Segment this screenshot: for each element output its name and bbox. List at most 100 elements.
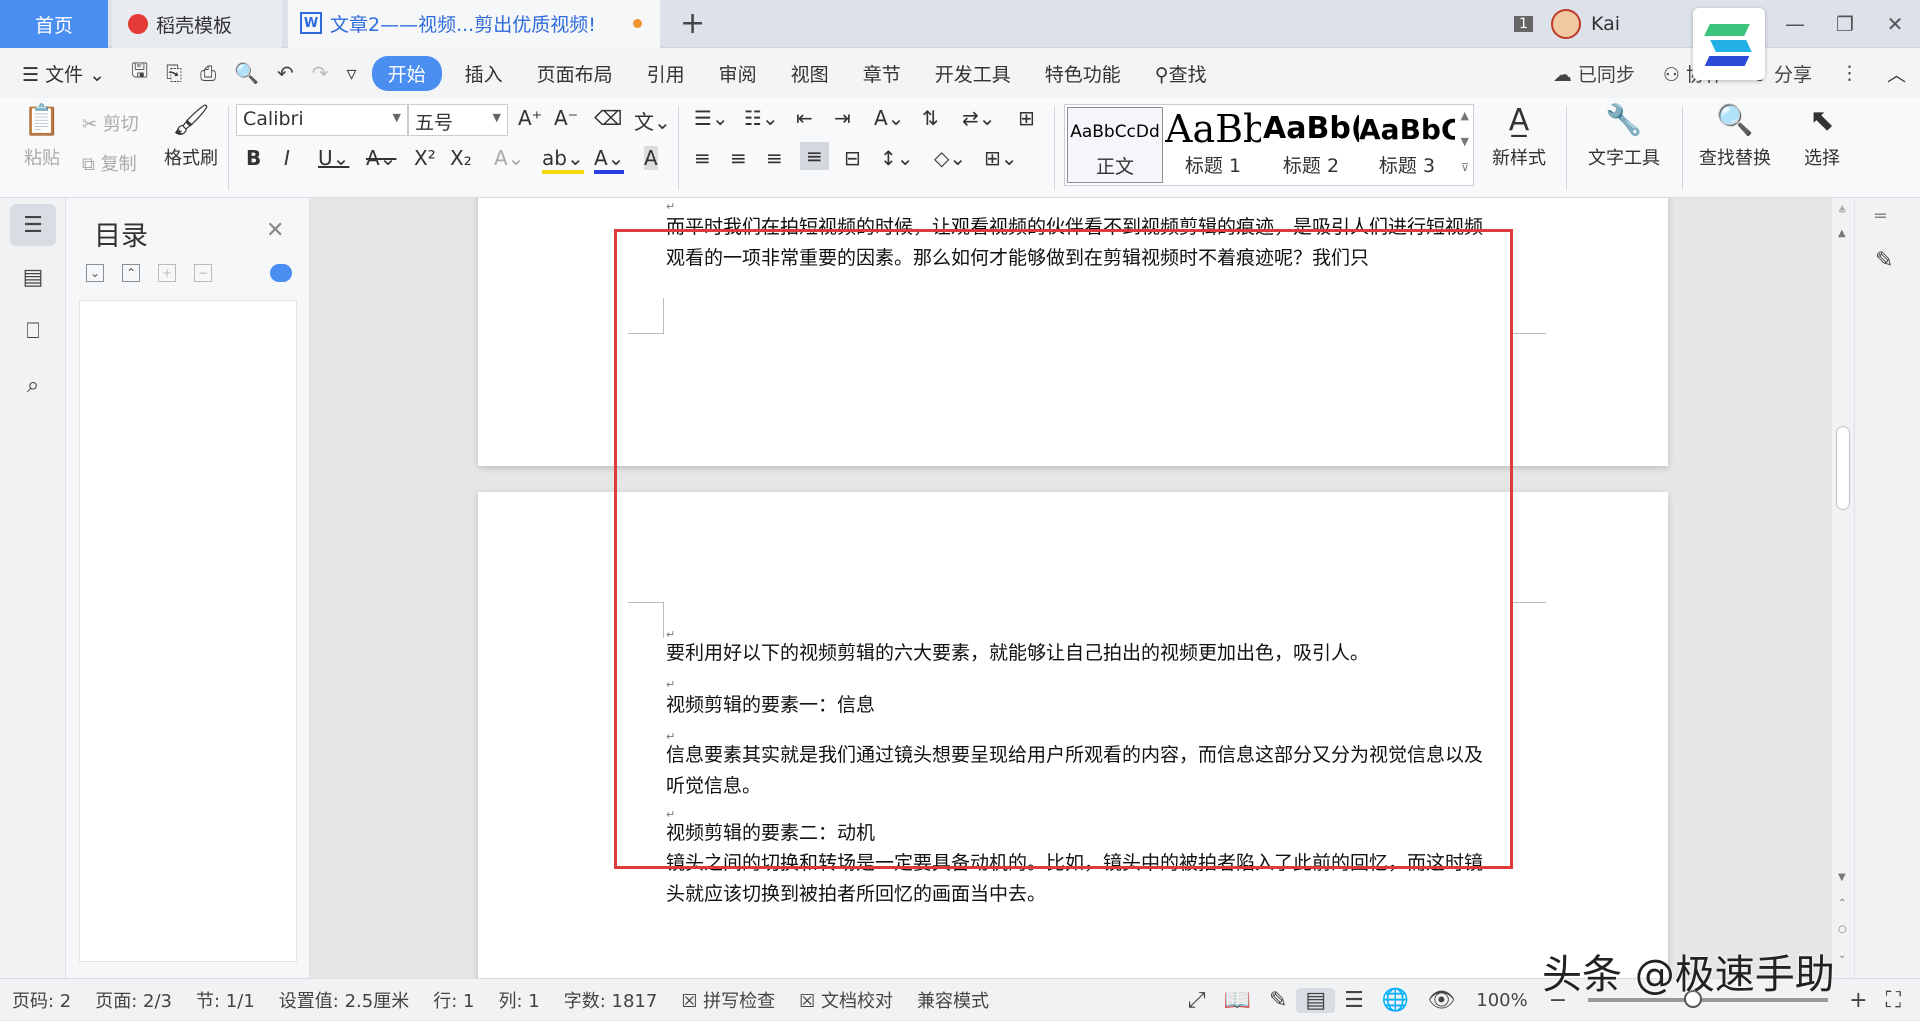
copy-button[interactable]: ⧉ 复制: [82, 150, 137, 176]
toc-panel-icon[interactable]: ☰: [10, 204, 56, 246]
paragraph[interactable]: 要利用好以下的视频剪辑的六大要素，就能够让自己拍出的视频更加出色，吸引人。: [666, 638, 1496, 669]
format-painter-button[interactable]: 🖌 格式刷: [160, 104, 222, 170]
bookmark-panel-icon[interactable]: ⎕: [10, 310, 56, 352]
tab-special[interactable]: 特色功能: [1028, 60, 1138, 87]
status-word-count[interactable]: 字数: 1817: [552, 987, 670, 1013]
eye-protect-icon[interactable]: 👁: [1418, 988, 1464, 1013]
style-heading-3[interactable]: AaBbC( 标题 3: [1359, 107, 1455, 183]
tab-developer[interactable]: 开发工具: [918, 60, 1028, 87]
superscript-icon[interactable]: X²: [414, 146, 436, 170]
tab-template[interactable]: 稻壳模板: [112, 0, 282, 48]
remove-heading-icon[interactable]: −: [194, 264, 212, 282]
select-button[interactable]: ⬉ 选择: [1790, 104, 1854, 170]
align-right-icon[interactable]: ≡: [766, 146, 783, 170]
tab-document[interactable]: W 文章2——视频...剪出优质视频!: [288, 0, 660, 48]
save-icon[interactable]: 🖫: [122, 56, 157, 90]
paragraph[interactable]: 视频剪辑的要素二：动机: [666, 818, 1496, 849]
pen-icon[interactable]: ✎: [1875, 248, 1893, 273]
zoom-in-icon[interactable]: +: [1840, 988, 1876, 1013]
spell-check-button[interactable]: ☒ 拼写检查: [669, 987, 787, 1013]
tab-view[interactable]: 视图: [774, 60, 846, 87]
document-area[interactable]: ↵ 而平时我们在拍短视频的时候，让观看视频的伙伴看不到视频剪辑的痕迹，是吸引人们…: [310, 198, 1832, 978]
status-row[interactable]: 行: 1: [421, 987, 486, 1013]
shrink-font-icon[interactable]: A⁻: [554, 106, 578, 130]
style-normal[interactable]: AaBbCcDd 正文: [1067, 107, 1163, 183]
cut-button[interactable]: ✂ 剪切: [82, 110, 139, 136]
customize-toolbar-icon[interactable]: ▿: [338, 61, 366, 85]
doc-proof-button[interactable]: ☒ 文档校对: [787, 987, 905, 1013]
increase-indent-icon[interactable]: ⇥: [834, 106, 851, 130]
line-spacing-icon[interactable]: ↕⌄: [880, 146, 914, 170]
browse-object-icon[interactable]: ○: [1838, 924, 1847, 935]
style-heading-1[interactable]: AaBb 标题 1: [1165, 107, 1261, 183]
tab-page-layout[interactable]: 页面布局: [520, 60, 630, 87]
collapse-ribbon-icon[interactable]: ︿: [1873, 60, 1920, 87]
bullet-list-icon[interactable]: ☰⌄: [694, 106, 729, 130]
shading-icon[interactable]: ◇⌄: [934, 146, 966, 170]
find-replace-button[interactable]: 🔍 查找替换: [1690, 104, 1780, 170]
status-col[interactable]: 列: 1: [486, 987, 551, 1013]
tab-section[interactable]: 章节: [846, 60, 918, 87]
close-icon[interactable]: ✕: [266, 218, 284, 243]
new-tab-button[interactable]: +: [680, 6, 705, 41]
border-icon[interactable]: ⊞⌄: [984, 146, 1018, 170]
new-style-button[interactable]: A̲ 新样式: [1482, 104, 1556, 170]
web-view-icon[interactable]: 🌐: [1373, 988, 1418, 1013]
add-heading-icon[interactable]: +: [158, 264, 176, 282]
zoom-level[interactable]: 100%: [1464, 990, 1539, 1011]
paragraph[interactable]: 信息要素其实就是我们通过镜头想要呈现给用户所观看的内容，而信息这部分又分为视觉信…: [666, 740, 1496, 802]
undo-icon[interactable]: ↶: [268, 61, 303, 85]
status-section[interactable]: 节: 1/1: [184, 987, 267, 1013]
subscript-icon[interactable]: X₂: [450, 146, 472, 170]
bold-icon[interactable]: B: [246, 146, 261, 170]
font-size-select[interactable]: 五号 ▼: [408, 104, 508, 136]
outline-panel-icon[interactable]: ▤: [10, 256, 56, 298]
fullscreen-icon[interactable]: ⤢: [1179, 988, 1215, 1013]
numbered-list-icon[interactable]: ☷⌄: [744, 106, 779, 130]
user-avatar[interactable]: [1550, 9, 1581, 39]
distribute-icon[interactable]: ⊟: [844, 146, 861, 170]
sort-icon[interactable]: ⇅: [922, 106, 939, 130]
search-button[interactable]: ⚲查找: [1138, 60, 1224, 87]
restore-button[interactable]: ❐: [1820, 12, 1870, 36]
user-name[interactable]: Kai: [1591, 13, 1620, 35]
tab-home[interactable]: 首页: [0, 0, 108, 48]
char-shading-icon[interactable]: A: [644, 146, 658, 170]
export-icon[interactable]: ⎘: [157, 61, 191, 85]
file-menu[interactable]: ☰ 文件 ⌄: [0, 60, 122, 87]
text-tools-button[interactable]: 🔧 文字工具: [1576, 104, 1672, 170]
paragraph[interactable]: 视频剪辑的要素一：信息: [666, 690, 1496, 721]
smart-toc-icon[interactable]: [270, 264, 292, 282]
scroll-up-icon[interactable]: ▲: [1838, 228, 1846, 239]
text-direction-icon[interactable]: A⌄: [874, 106, 904, 130]
decrease-indent-icon[interactable]: ⇤: [796, 106, 813, 130]
scroll-top-icon[interactable]: ≜: [1838, 206, 1846, 217]
close-button[interactable]: ✕: [1870, 12, 1920, 36]
tab-references[interactable]: 引用: [630, 60, 702, 87]
window-count-badge[interactable]: 1: [1514, 16, 1533, 32]
next-page-icon[interactable]: ⌄: [1838, 950, 1846, 961]
expand-all-icon[interactable]: ⌄: [86, 264, 104, 282]
strikethrough-icon[interactable]: A⌄: [366, 146, 396, 170]
table-insert-icon[interactable]: ⊞: [1018, 106, 1035, 130]
text-effect-icon[interactable]: A⌄: [494, 146, 524, 170]
italic-icon[interactable]: I: [284, 146, 290, 170]
tab-review[interactable]: 审阅: [702, 60, 774, 87]
fit-page-icon[interactable]: ⛶: [1877, 988, 1910, 1013]
align-left-icon[interactable]: ≡: [694, 146, 711, 170]
styles-scroll-down-icon[interactable]: ▼: [1461, 135, 1469, 148]
highlight-icon[interactable]: ab⌄: [542, 146, 584, 174]
collapse-all-icon[interactable]: ⌃: [122, 264, 140, 282]
justify-icon[interactable]: ≡: [800, 142, 829, 170]
scrollbar-thumb[interactable]: [1836, 426, 1850, 510]
scroll-down-icon[interactable]: ▼: [1838, 872, 1846, 883]
sync-status[interactable]: ☁ 已同步: [1539, 60, 1649, 87]
underline-icon[interactable]: U⌄: [318, 146, 349, 170]
status-page[interactable]: 页面: 2/3: [83, 987, 184, 1013]
status-page-code[interactable]: 页码: 2: [0, 987, 83, 1013]
document-page[interactable]: ↵ 而平时我们在拍短视频的时候，让观看视频的伙伴看不到视频剪辑的痕迹，是吸引人们…: [478, 198, 1668, 466]
print-icon[interactable]: ⎙: [191, 61, 225, 85]
font-name-select[interactable]: Calibri ▼: [236, 104, 408, 136]
phonetic-icon[interactable]: 文⌄: [634, 106, 671, 135]
edit-mode-icon[interactable]: ✎: [1260, 988, 1296, 1013]
